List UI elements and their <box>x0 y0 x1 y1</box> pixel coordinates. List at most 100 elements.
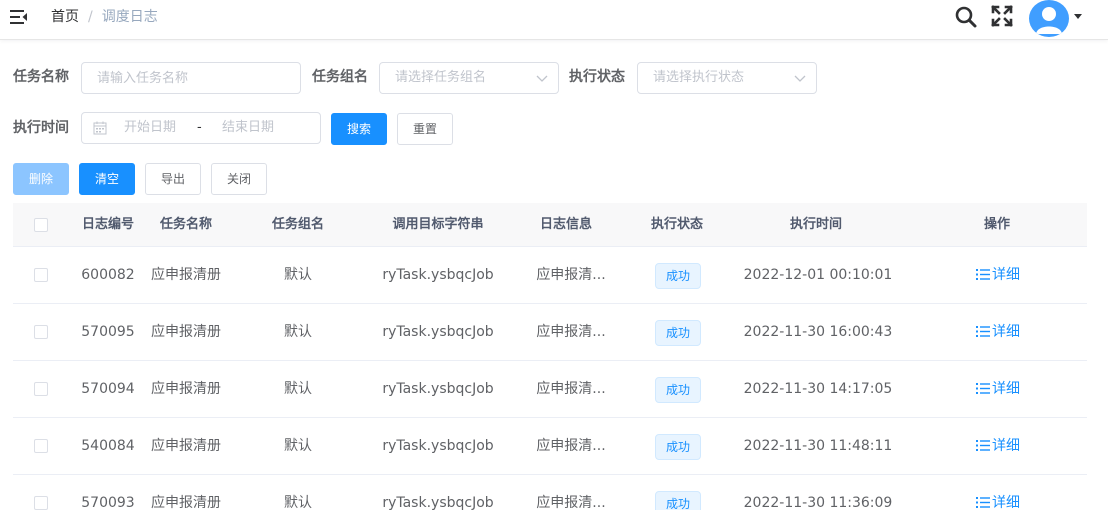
detail-link[interactable]: 详细 <box>976 475 1020 510</box>
list-icon <box>976 440 990 451</box>
cell-log-id: 570094 <box>81 381 135 397</box>
user-icon <box>1036 7 1062 34</box>
status-tag: 成功 <box>655 320 701 346</box>
job-name-label: 任务名称 <box>13 69 69 85</box>
column-header: 操作 <box>983 217 1010 232</box>
row-checkbox[interactable] <box>34 382 48 396</box>
search-icon[interactable] <box>954 5 978 29</box>
cell-invoke-target: ryTask.ysbqcJob <box>382 324 494 340</box>
search-button[interactable]: 搜索 <box>331 113 387 145</box>
cell-log-id: 540084 <box>81 438 135 454</box>
detail-label: 详细 <box>992 495 1020 510</box>
cell-exec-time: 2022-11-30 11:48:11 <box>743 438 893 454</box>
status-tag: 成功 <box>655 263 701 289</box>
status-tag: 成功 <box>655 377 701 403</box>
caret-down-icon[interactable] <box>1074 14 1082 20</box>
status-tag: 成功 <box>655 434 701 460</box>
cell-log-id: 600082 <box>81 267 135 283</box>
breadcrumb-home[interactable]: 首页 <box>51 9 79 25</box>
cell-exec-time: 2022-12-01 00:10:01 <box>743 267 893 283</box>
table-row: 570095 应申报清册 默认 ryTask.ysbqcJob 应申报清... … <box>13 304 1087 361</box>
cell-log-message: 应申报清... <box>536 495 606 510</box>
job-group-placeholder: 请选择任务组名 <box>395 70 487 85</box>
select-all-checkbox[interactable] <box>34 218 48 232</box>
cell-invoke-target: ryTask.ysbqcJob <box>382 267 494 283</box>
cell-log-id: 570095 <box>81 324 135 340</box>
chevron-down-icon <box>794 75 806 82</box>
column-header: 日志编号 <box>81 217 134 232</box>
table-row: 570093 应申报清册 默认 ryTask.ysbqcJob 应申报清... … <box>13 475 1087 510</box>
breadcrumb-current: 调度日志 <box>101 9 158 25</box>
column-header: 执行时间 <box>789 217 842 232</box>
cell-log-message: 应申报清... <box>536 438 606 454</box>
export-button[interactable]: 导出 <box>145 163 201 195</box>
start-date-input[interactable]: 开始日期 <box>124 113 176 143</box>
cell-job-group: 默认 <box>284 438 312 454</box>
status-tag: 成功 <box>655 491 701 510</box>
clean-button[interactable]: 清空 <box>79 163 135 195</box>
breadcrumb-separator: / <box>88 9 93 25</box>
status-label: 执行状态 <box>569 69 625 85</box>
fullscreen-icon[interactable] <box>990 4 1014 28</box>
cell-log-message: 应申报清... <box>536 324 606 340</box>
date-range-picker[interactable]: 开始日期 - 结束日期 <box>81 112 321 144</box>
detail-label: 详细 <box>992 324 1020 340</box>
cell-log-message: 应申报清... <box>536 267 606 283</box>
cell-invoke-target: ryTask.ysbqcJob <box>382 438 494 454</box>
detail-label: 详细 <box>992 381 1020 397</box>
detail-link[interactable]: 详细 <box>976 361 1020 417</box>
cell-log-message: 应申报清... <box>536 381 606 397</box>
cell-job-name: 应申报清册 <box>151 324 221 340</box>
job-name-input[interactable] <box>81 62 301 94</box>
time-label: 执行时间 <box>13 120 69 136</box>
detail-link[interactable]: 详细 <box>976 418 1020 474</box>
cell-job-group: 默认 <box>284 324 312 340</box>
row-checkbox[interactable] <box>34 268 48 282</box>
cell-job-group: 默认 <box>284 267 312 283</box>
cell-job-name: 应申报清册 <box>151 267 221 283</box>
detail-link[interactable]: 详细 <box>976 247 1020 303</box>
cell-job-name: 应申报清册 <box>151 381 221 397</box>
detail-label: 详细 <box>992 438 1020 454</box>
list-icon <box>976 383 990 394</box>
cell-invoke-target: ryTask.ysbqcJob <box>382 381 494 397</box>
calendar-icon <box>93 121 107 135</box>
column-header: 日志信息 <box>539 217 592 232</box>
cell-job-group: 默认 <box>284 381 312 397</box>
cell-exec-time: 2022-11-30 11:36:09 <box>743 495 893 510</box>
user-avatar[interactable] <box>1029 0 1069 37</box>
status-select[interactable]: 请选择执行状态 <box>637 62 817 94</box>
table-header: 日志编号 任务名称 任务组名 调用目标字符串 日志信息 执行状态 执行时间 操作 <box>13 203 1087 247</box>
row-checkbox[interactable] <box>34 496 48 510</box>
close-button[interactable]: 关闭 <box>211 163 267 195</box>
detail-link[interactable]: 详细 <box>976 304 1020 360</box>
list-icon <box>976 326 990 337</box>
end-date-input[interactable]: 结束日期 <box>222 113 274 143</box>
cell-job-name: 应申报清册 <box>151 495 221 510</box>
breadcrumb: 首页 / 调度日志 <box>51 8 158 26</box>
table-row: 600082 应申报清册 默认 ryTask.ysbqcJob 应申报清... … <box>13 247 1087 304</box>
list-icon <box>976 269 990 280</box>
detail-label: 详细 <box>992 267 1020 283</box>
status-placeholder: 请选择执行状态 <box>653 70 745 85</box>
column-header: 任务组名 <box>271 217 324 232</box>
cell-log-id: 570093 <box>81 495 135 510</box>
hamburger-icon[interactable] <box>9 8 29 26</box>
job-group-select[interactable]: 请选择任务组名 <box>379 62 559 94</box>
row-checkbox[interactable] <box>34 325 48 339</box>
row-checkbox[interactable] <box>34 439 48 453</box>
table-row: 570094 应申报清册 默认 ryTask.ysbqcJob 应申报清... … <box>13 361 1087 418</box>
job-group-label: 任务组名 <box>312 69 368 85</box>
chevron-down-icon <box>536 75 548 82</box>
table-row: 540084 应申报清册 默认 ryTask.ysbqcJob 应申报清... … <box>13 418 1087 475</box>
column-header: 任务名称 <box>159 217 212 232</box>
reset-button[interactable]: 重置 <box>397 113 453 145</box>
date-separator: - <box>197 120 202 135</box>
delete-button[interactable]: 删除 <box>13 163 69 195</box>
list-icon <box>976 497 990 508</box>
column-header: 调用目标字符串 <box>392 217 484 232</box>
cell-exec-time: 2022-11-30 16:00:43 <box>743 324 893 340</box>
cell-invoke-target: ryTask.ysbqcJob <box>382 495 494 510</box>
column-header: 执行状态 <box>650 217 703 232</box>
cell-job-group: 默认 <box>284 495 312 510</box>
